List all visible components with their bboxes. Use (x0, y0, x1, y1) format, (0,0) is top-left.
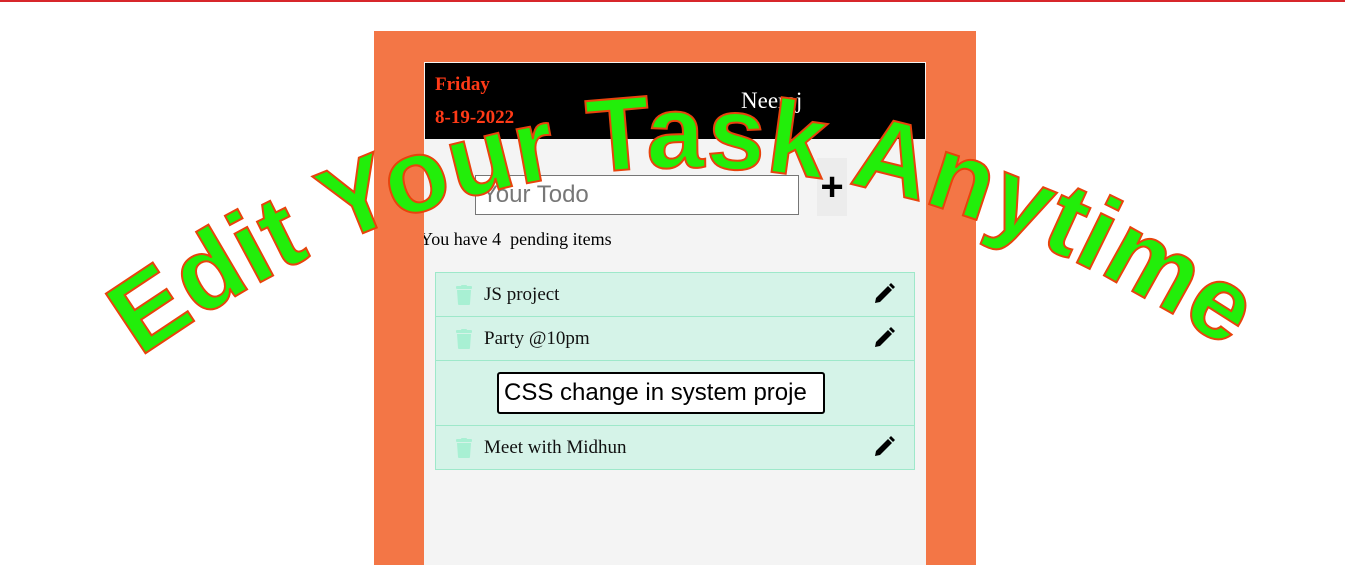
todo-input[interactable] (475, 175, 799, 215)
todo-item: JS project (435, 272, 915, 317)
pencil-icon[interactable] (873, 283, 895, 305)
app-header: Friday 8-19-2022 Neeraj (425, 63, 925, 139)
pencil-icon[interactable] (873, 436, 895, 458)
todo-item-editing (435, 360, 915, 426)
todo-list: JS project Party @10pm CSS change in sys… (435, 272, 915, 470)
todo-item-label: JS project (484, 284, 560, 305)
trash-icon[interactable] (455, 285, 473, 305)
date-label: 8-19-2022 (435, 107, 515, 128)
todo-item: Party @10pm (435, 316, 915, 361)
pending-count-text: You have 4 pending items (424, 229, 612, 249)
edit-todo-input[interactable] (497, 372, 825, 414)
day-label: Friday (435, 74, 490, 95)
user-name: Neeraj (741, 88, 803, 113)
pencil-icon[interactable] (873, 327, 895, 349)
trash-icon[interactable] (455, 329, 473, 349)
add-todo-button[interactable]: + (817, 158, 847, 216)
top-accent-line (0, 0, 1345, 2)
todo-item-label: Party @10pm (484, 328, 590, 349)
todo-item-label: Meet with Midhun (484, 437, 627, 458)
trash-icon[interactable] (455, 438, 473, 458)
todo-item: Meet with Midhun (435, 425, 915, 470)
todo-app: Friday 8-19-2022 Neeraj + You have 4 pen… (424, 62, 926, 565)
